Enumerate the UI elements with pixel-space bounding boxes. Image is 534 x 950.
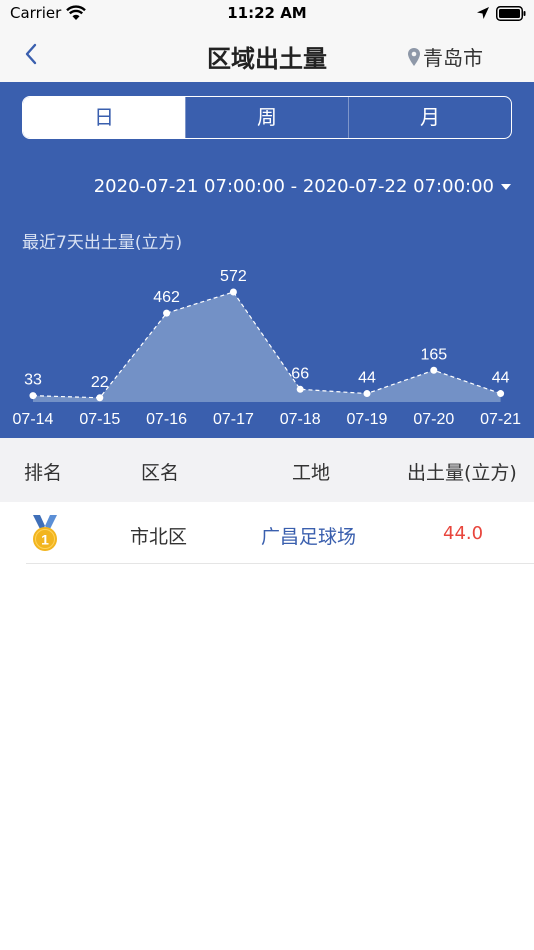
status-time: 11:22 AM (227, 4, 307, 22)
x-tick-label: 07-15 (79, 411, 120, 428)
data-point (363, 390, 371, 398)
x-tick-label: 07-19 (347, 411, 388, 428)
data-point (29, 392, 37, 400)
header-volume: 出土量(立方) (407, 462, 517, 484)
data-point (96, 394, 104, 402)
data-label: 462 (153, 289, 180, 306)
table-row[interactable]: 1 市北区 广昌足球场 44.0 (0, 502, 534, 564)
data-point (229, 288, 237, 296)
data-label: 572 (220, 268, 247, 285)
data-point (430, 366, 438, 374)
city-selector[interactable]: 青岛市 (407, 42, 483, 71)
header-rank: 排名 (24, 462, 63, 484)
data-point (497, 390, 505, 398)
row-district: 市北区 (130, 526, 188, 548)
table-header: 排名 区名 工地 出土量(立方) (0, 438, 534, 502)
battery-icon (496, 6, 526, 21)
status-bar: Carrier 11:22 AM (0, 0, 534, 28)
medal-rank: 1 (41, 532, 49, 548)
x-tick-label: 07-16 (146, 411, 187, 428)
nav-bar: 区域出土量 青岛市 (0, 28, 534, 82)
x-tick-label: 07-18 (280, 411, 321, 428)
data-point (163, 309, 171, 317)
data-label: 44 (492, 370, 510, 387)
data-label: 66 (291, 365, 309, 382)
data-label: 33 (24, 372, 42, 389)
x-tick-label: 07-14 (13, 411, 54, 428)
header-district: 区名 (141, 462, 180, 484)
data-point (296, 385, 304, 393)
header-site: 工地 (292, 462, 331, 484)
city-name: 青岛市 (423, 46, 483, 70)
data-label: 44 (358, 370, 376, 387)
x-tick-label: 07-21 (480, 411, 521, 428)
data-label: 165 (420, 346, 447, 363)
location-pin-icon (408, 47, 420, 66)
gold-medal-icon: 1 (33, 515, 57, 551)
data-label: 22 (91, 374, 109, 391)
row-site-link[interactable]: 广昌足球场 (261, 522, 356, 549)
earthwork-area-chart: 33 22 462 572 66 44 165 44 07-14 07-15 07-16 07-17… (13, 268, 522, 428)
row-volume: 44.0 (443, 523, 484, 544)
x-tick-label: 07-20 (413, 411, 454, 428)
x-tick-label: 07-17 (213, 411, 254, 428)
row-divider (26, 563, 534, 564)
location-arrow-icon (477, 7, 489, 19)
